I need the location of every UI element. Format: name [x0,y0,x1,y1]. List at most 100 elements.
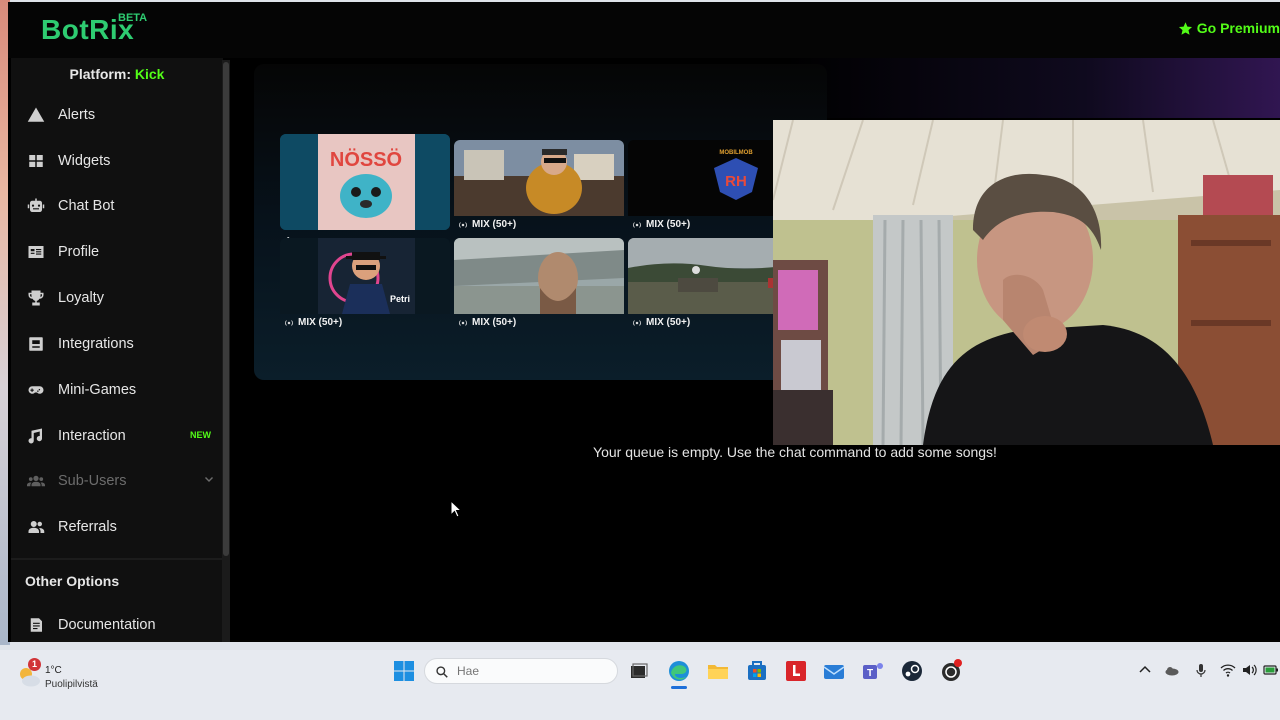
new-badge: NEW [190,430,211,440]
top-header: BotRix BETA Go Premium [8,2,1280,58]
sidebar-item-label: Referrals [58,519,117,535]
id-card-icon [27,243,45,261]
broadcast-icon [633,221,641,228]
microsoft-store-icon[interactable] [744,658,770,684]
trophy-icon [27,289,45,307]
file-explorer-icon[interactable] [705,658,731,684]
task-view-icon[interactable] [625,658,651,684]
background-glow [785,58,1280,118]
grid-icon [27,152,45,170]
notification-badge: 1 [28,658,41,671]
svg-text:MOBILMOB: MOBILMOB [719,150,753,156]
wifi-icon[interactable] [1220,662,1236,678]
windows-start-icon[interactable] [391,658,417,684]
video-thumbnail [454,238,624,314]
sidebar-item-mini-games[interactable]: Mini-Games [11,370,223,410]
sidebar: Platform: Kick Alerts Widgets Chat Bot P… [11,58,223,642]
sidebar-divider [11,558,223,560]
song-tile[interactable]: MIX (50+) [454,238,624,334]
platform-label: Platform: [69,66,131,82]
tile-label: MIX (50+) [458,219,516,230]
microphone-icon[interactable] [1193,662,1209,678]
sidebar-item-loyalty[interactable]: Loyalty [11,278,223,318]
windows-taskbar: 1 1°C Puolipilvistä Hae T [0,650,1280,720]
sidebar-item-label: Widgets [58,153,111,169]
sidebar-item-integrations[interactable]: Integrations [11,324,223,364]
sidebar-item-label: Alerts [58,107,96,123]
sidebar-item-interaction[interactable]: Interaction NEW [11,416,223,456]
sidebar-item-label: Loyalty [58,290,104,306]
sidebar-item-widgets[interactable]: Widgets [11,141,223,181]
sidebar-item-chat-bot[interactable]: Chat Bot [11,186,223,226]
tile-label: MIX (50+) [458,317,516,328]
active-app-indicator [671,686,687,689]
other-options-heading: Other Options [25,573,120,589]
song-tile[interactable]: NÖSSÖ [280,134,450,230]
warning-icon [27,106,45,124]
chevron-up-icon[interactable] [1137,662,1153,678]
album-art: NÖSSÖ [280,134,450,230]
integrations-icon [27,335,45,353]
mouse-cursor [450,500,462,518]
obs-record-icon[interactable] [938,658,964,684]
queue-empty-message: Your queue is empty. Use the chat comman… [593,444,997,460]
weather-temperature: 1°C [45,665,62,676]
broadcast-icon [459,221,467,228]
song-tile[interactable]: MIX (50+) [454,140,624,236]
sidebar-item-sub-users[interactable]: Sub-Users [11,461,223,501]
users-icon [27,472,45,490]
document-icon [27,616,45,634]
album-art-title: NÖSSÖ [330,148,402,171]
sidebar-item-alerts[interactable]: Alerts [11,95,223,135]
song-tile[interactable]: Petri MIX (50+) [280,238,450,334]
svg-text:Petri: Petri [390,294,410,304]
album-art: Petri [280,238,450,314]
sidebar-item-label: Integrations [58,336,134,352]
scrollbar-thumb[interactable] [223,62,229,556]
taskbar-search[interactable] [424,658,618,684]
sidebar-item-label: Profile [58,244,100,260]
music-icon [27,427,45,445]
edge-browser-icon[interactable] [666,658,692,684]
sidebar-item-label: Sub-Users [58,473,127,489]
user-group-icon [27,518,45,536]
sidebar-item-label: Chat Bot [58,198,115,214]
tile-label: MIX (50+) [632,317,690,328]
broadcast-icon [285,319,293,326]
screen: BotRix BETA Go Premium Platform: Kick Al… [0,0,1280,720]
sidebar-scrollbar[interactable] [222,60,230,642]
mail-icon[interactable] [821,658,847,684]
onedrive-icon[interactable] [1164,662,1180,678]
broadcast-icon [459,319,467,326]
sidebar-item-referrals[interactable]: Referrals [11,507,223,547]
gamepad-icon [27,381,45,399]
red-l-app-icon[interactable] [783,658,809,684]
volume-icon[interactable] [1241,662,1257,678]
teams-icon[interactable]: T [860,658,886,684]
webcam-overlay [773,120,1280,445]
sidebar-item-label: Interaction [58,428,126,444]
song-player-panel: ‹ NÖSSÖ [254,64,827,380]
search-icon [436,666,448,678]
tile-label: MIX (50+) [632,219,690,230]
go-premium-label: Go Premium [1196,20,1280,36]
logo-text: RH [725,173,747,190]
beta-badge: BETA [118,12,148,24]
weather-widget[interactable]: 1 1°C Puolipilvistä [16,658,116,694]
sidebar-item-profile[interactable]: Profile [11,232,223,272]
broadcast-icon [633,319,641,326]
webcam-video [773,120,1280,445]
robot-icon [27,197,45,215]
steam-icon[interactable] [899,658,925,684]
go-premium-button[interactable]: Go Premium [1178,20,1280,36]
svg-text:T: T [867,668,873,679]
battery-icon[interactable] [1263,662,1279,678]
sidebar-item-label: Mini-Games [58,382,137,398]
sidebar-item-documentation[interactable]: Documentation [11,605,223,642]
tile-label: MIX (50+) [284,317,342,328]
chevron-down-icon [205,477,213,482]
platform-indicator: Platform: Kick [11,66,223,82]
search-input[interactable] [457,664,607,678]
platform-value[interactable]: Kick [135,66,165,82]
video-thumbnail [454,140,624,216]
